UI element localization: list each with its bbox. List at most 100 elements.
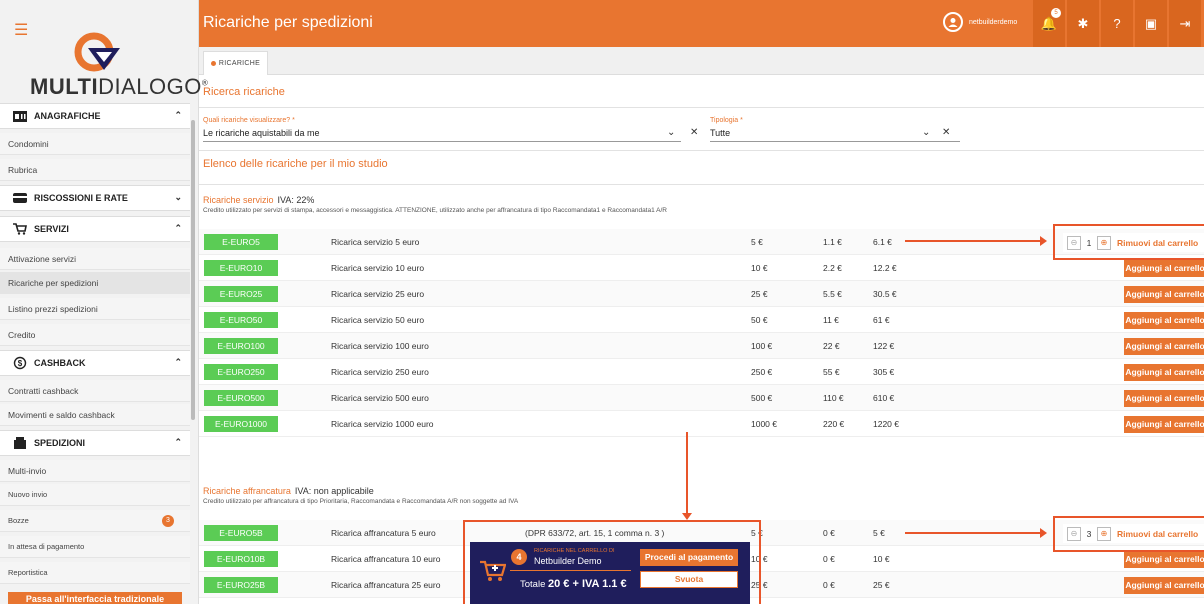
group-desc: Credito utilizzato per servizi di stampa… [203, 207, 668, 214]
price: 10 € [751, 263, 768, 273]
sidebar-item-attivazione[interactable]: Attivazione servizi [0, 248, 190, 270]
sidebar-item-nuovo-invio[interactable]: Nuovo invio [0, 484, 190, 506]
search-section-title: Ricerca ricariche [203, 86, 285, 98]
total-amount: 1220 € [873, 419, 899, 429]
cart-total-label: Totale [520, 579, 546, 590]
sidebar-section-label: ANAGRAFICHE [34, 111, 101, 121]
user-avatar-icon [943, 12, 963, 32]
product-description: Ricarica servizio 250 euro [331, 367, 429, 377]
ricariche-select[interactable]: Le ricariche aquistabili da me [203, 128, 320, 138]
product-code: E-EURO100 [204, 338, 278, 354]
highlight-box [1053, 224, 1204, 260]
total-amount: 610 € [873, 393, 895, 403]
iva-amount: 0 € [823, 554, 835, 564]
sidebar-section-spedizioni[interactable]: SPEDIZIONI ⌃ [0, 430, 190, 456]
sidebar-section-anagrafiche[interactable]: ANAGRAFICHE ⌃ [0, 103, 190, 129]
group-iva: IVA: 22% [277, 195, 315, 205]
sidebar-item-attesa[interactable]: In attesa di pagamento [0, 536, 190, 558]
sidebar-section-servizi[interactable]: SERVIZI ⌃ [0, 216, 190, 242]
clear-icon[interactable]: ✕ [690, 127, 698, 138]
sidebar-item-condomini[interactable]: Condomini [0, 133, 190, 155]
product-code: E-EURO25B [204, 577, 278, 593]
contacts-icon: ▣ [1144, 15, 1158, 31]
credit-card-icon [12, 192, 28, 204]
list-section-title: Elenco delle ricariche per il mio studio [203, 158, 388, 170]
settings-button[interactable]: ✱ [1067, 0, 1099, 47]
cart-total: Totale 20 € + IVA 1.1 € [520, 578, 627, 590]
price: 500 € [751, 393, 773, 403]
gear-icon: ✱ [1077, 15, 1089, 31]
help-button[interactable]: ? [1101, 0, 1133, 47]
sidebar-item-ricariche[interactable]: Ricariche per spedizioni [0, 272, 190, 294]
price: 1000 € [751, 419, 777, 429]
user-menu[interactable]: netbuilderdemo [943, 12, 1017, 32]
checkout-button[interactable]: Procedi al pagamento [640, 549, 738, 566]
sidebar-item-listino[interactable]: Listino prezzi spedizioni [0, 298, 190, 320]
chevron-down-icon[interactable]: ⌄ [667, 127, 675, 138]
add-to-cart-button[interactable]: Aggiungi al carrello [1124, 364, 1204, 381]
iva-amount: 11 € [823, 315, 839, 325]
product-code: E-EURO500 [204, 390, 278, 406]
sidebar-item-rubrica[interactable]: Rubrica [0, 159, 190, 181]
logo-text: MULTIDIALOGO® [30, 74, 209, 99]
highlight-box [1053, 516, 1204, 552]
product-code: E-EURO10 [204, 260, 278, 276]
divider [510, 570, 631, 571]
logout-icon: ⇥ [1179, 15, 1191, 31]
total-amount: 122 € [873, 341, 895, 351]
cart-label: RICARICHE NEL CARRELLO DI [534, 548, 615, 554]
product-code: E-EURO10B [204, 551, 278, 567]
add-to-cart-button[interactable]: Aggiungi al carrello [1124, 312, 1204, 329]
chevron-up-icon: ⌃ [174, 357, 182, 367]
product-code: E-EURO25 [204, 286, 278, 302]
add-to-cart-button[interactable]: Aggiungi al carrello [1124, 416, 1204, 433]
cart-owner: Netbuilder Demo [534, 556, 602, 566]
price: 100 € [751, 341, 773, 351]
sidebar-item-multi-invio[interactable]: Multi-invio [0, 460, 190, 482]
total-amount: 61 € [873, 315, 890, 325]
notifications-button[interactable]: 🔔 5 [1033, 0, 1065, 47]
total-amount: 6.1 € [873, 237, 892, 247]
page-title: Ricariche per spedizioni [203, 14, 373, 31]
sidebar-item-label: Bozze [8, 516, 29, 525]
sidebar-section-riscossioni[interactable]: RISCOSSIONI E RATE ⌄ [0, 185, 190, 211]
sidebar-item-bozze[interactable]: Bozze 3 [0, 510, 190, 532]
add-to-cart-button[interactable]: Aggiungi al carrello [1124, 551, 1204, 568]
help-icon: ? [1113, 16, 1121, 31]
group-title-servizio: Ricariche servizio IVA: 22% [203, 195, 314, 205]
price: 250 € [751, 367, 773, 377]
add-to-cart-button[interactable]: Aggiungi al carrello [1124, 577, 1204, 594]
group-name: Ricariche affrancatura [203, 486, 291, 496]
chevron-up-icon: ⌃ [174, 110, 182, 120]
product-code: E-EURO250 [204, 364, 278, 380]
tab-strip: RICARICHE [199, 47, 1204, 75]
table-row: E-EURO25 Ricarica servizio 25 euro 25 € 5.5… [199, 281, 1204, 307]
price: 50 € [751, 315, 768, 325]
add-to-cart-button[interactable]: Aggiungi al carrello [1124, 286, 1204, 303]
sidebar-item-contratti[interactable]: Contratti cashback [0, 380, 190, 402]
iva-amount: 0 € [823, 580, 835, 590]
iva-amount: 22 € [823, 341, 840, 351]
tab-ricariche[interactable]: RICARICHE [203, 51, 268, 75]
logout-button[interactable]: ⇥ [1169, 0, 1201, 47]
sidebar-item-movimenti[interactable]: Movimenti e saldo cashback [0, 404, 190, 426]
add-to-cart-button[interactable]: Aggiungi al carrello [1124, 390, 1204, 407]
add-to-cart-button[interactable]: Aggiungi al carrello [1124, 260, 1204, 277]
clear-icon[interactable]: ✕ [942, 127, 950, 138]
cart-add-icon [480, 560, 506, 581]
empty-cart-button[interactable]: Svuota [640, 571, 738, 588]
add-to-cart-button[interactable]: Aggiungi al carrello [1124, 338, 1204, 355]
sidebar-section-cashback[interactable]: $ CASHBACK ⌃ [0, 350, 190, 376]
product-description: Ricarica affrancatura 25 euro [331, 580, 441, 590]
tipologia-select[interactable]: Tutte [710, 128, 730, 138]
sidebar-item-reportistica[interactable]: Reportistica [0, 562, 190, 584]
contacts-button[interactable]: ▣ [1135, 0, 1167, 47]
sidebar-section-label: SPEDIZIONI [34, 438, 86, 448]
sidebar-item-credito[interactable]: Credito [0, 324, 190, 346]
field-underline [710, 141, 960, 142]
classic-interface-button[interactable]: Passa all'interfaccia tradizionale [8, 592, 182, 604]
chevron-down-icon[interactable]: ⌄ [922, 127, 930, 138]
annotation-arrow [682, 432, 692, 520]
sidebar-scrollbar[interactable] [191, 120, 195, 420]
table-row: E-EURO50 Ricarica servizio 50 euro 50 € 11 … [199, 307, 1204, 333]
